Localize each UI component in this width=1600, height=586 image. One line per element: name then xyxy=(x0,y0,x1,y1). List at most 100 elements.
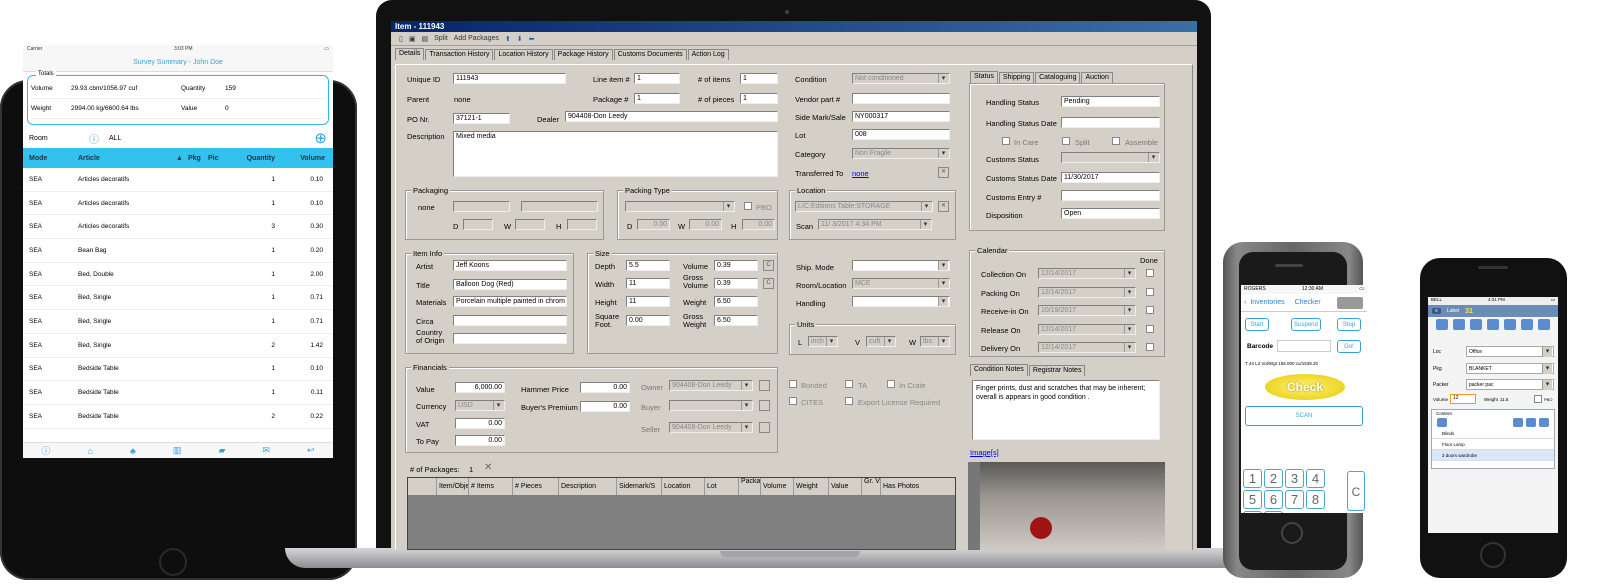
menu-button[interactable]: ≡ xyxy=(1432,308,1441,314)
tab-transaction-history[interactable]: Transaction History xyxy=(425,49,494,60)
units-w-select[interactable]: lbs xyxy=(920,336,950,347)
pkg-d-field[interactable] xyxy=(463,219,493,230)
volume-calc-button[interactable]: C xyxy=(763,260,774,271)
bonded-checkbox[interactable] xyxy=(789,380,797,388)
key-9[interactable]: 9 xyxy=(1243,511,1262,513)
artist-field[interactable]: Jeff Koons xyxy=(453,260,567,271)
tab-condition-notes[interactable]: Condition Notes xyxy=(970,364,1028,376)
materials-field[interactable]: Porcelain multiple painted in chrom xyxy=(453,296,567,307)
home-button[interactable] xyxy=(1480,542,1506,568)
tab-cataloguing[interactable]: Cataloguing xyxy=(1035,72,1081,83)
customs-entry-field[interactable] xyxy=(1061,190,1160,201)
sticker-button[interactable] xyxy=(1487,319,1499,330)
content-add-button[interactable] xyxy=(1437,418,1447,427)
box-button[interactable] xyxy=(1436,319,1448,330)
items-field[interactable]: 1 xyxy=(740,73,778,84)
calendar-done-checkbox[interactable] xyxy=(1146,343,1154,351)
package-field[interactable]: 1 xyxy=(634,93,680,104)
ship-mode-select[interactable] xyxy=(852,260,950,271)
pbo-checkbox[interactable] xyxy=(744,202,752,210)
height-field[interactable]: 11 xyxy=(626,296,670,307)
customs-status-select[interactable] xyxy=(1061,152,1160,163)
tab-details[interactable]: Details xyxy=(395,48,425,60)
grid-col-11[interactable]: Gr. V. xyxy=(861,478,880,495)
pieces-field[interactable]: 1 xyxy=(740,93,778,104)
dealer-field[interactable]: 904408-Don Leedy xyxy=(565,111,778,122)
gross-weight-field[interactable]: 6.50 xyxy=(714,315,758,326)
mail-icon[interactable]: ✉ xyxy=(262,445,270,456)
calendar-done-checkbox[interactable] xyxy=(1146,287,1154,296)
content-item[interactable]: Floor Lamp xyxy=(1432,439,1554,450)
calendar-date-1[interactable]: 12/14/2017 xyxy=(1038,286,1136,298)
clear-key[interactable]: C xyxy=(1347,471,1365,511)
in-care-checkbox[interactable] xyxy=(1002,137,1010,145)
arrow-up-icon[interactable]: ⬆ xyxy=(505,35,511,43)
key-7[interactable]: 7 xyxy=(1285,490,1304,509)
grid-col-7[interactable]: Package xyxy=(738,478,760,495)
grid-col-5[interactable]: Location xyxy=(661,478,704,495)
key-4[interactable]: 4 xyxy=(1306,469,1325,488)
back-icon[interactable]: ↩ xyxy=(307,445,315,456)
tab-status[interactable]: Status xyxy=(970,71,998,83)
vat-field[interactable]: 0.00 xyxy=(455,418,505,429)
country-field[interactable] xyxy=(453,333,567,344)
description-field[interactable]: Mixed media xyxy=(453,131,778,177)
table-row[interactable]: SEA Bed, Single 2 1.42 xyxy=(23,334,333,358)
start-button[interactable]: Start xyxy=(1245,318,1269,331)
owner-button[interactable] xyxy=(759,380,770,391)
back-button[interactable]: Inventories xyxy=(1250,299,1284,306)
pkg-w-field[interactable] xyxy=(515,219,545,230)
add-icon[interactable]: ⊕ xyxy=(314,129,327,147)
content-item[interactable]: Blinds xyxy=(1432,428,1554,439)
pack-h-field[interactable]: 0.00 xyxy=(742,219,775,230)
table-row[interactable]: SEA Articles decoratifs 3 0.30 xyxy=(23,215,333,240)
arrow-left-icon[interactable]: ⬅ xyxy=(529,35,535,43)
seller-select[interactable]: 904408-Don Leedy xyxy=(669,422,753,433)
table-row[interactable]: SEA Bean Bag 1 0.20 xyxy=(23,239,333,263)
sort-icon[interactable]: ▲ xyxy=(176,155,188,162)
info-tab-icon[interactable]: ⓘ xyxy=(42,444,51,457)
content-edit-button[interactable] xyxy=(1513,418,1523,427)
buyer-button[interactable] xyxy=(759,400,770,411)
col-volume[interactable]: Volume xyxy=(275,155,327,162)
list-icon[interactable]: ▥ xyxy=(173,445,182,456)
export-license-checkbox[interactable] xyxy=(845,397,853,405)
group-icon[interactable]: ♣ xyxy=(130,446,136,456)
key-5[interactable]: 5 xyxy=(1243,490,1262,509)
content-move-button[interactable] xyxy=(1539,418,1549,427)
po-field[interactable]: 37121-1 xyxy=(453,113,510,124)
tab-package-history[interactable]: Package History xyxy=(553,49,613,60)
scan-button[interactable]: SCAN xyxy=(1245,406,1363,426)
side-mark-field[interactable]: NY000317 xyxy=(852,111,950,122)
line-item-field[interactable]: 1 xyxy=(634,73,680,84)
cites-checkbox[interactable] xyxy=(789,397,797,405)
content-item[interactable]: 3 doors wardrobe xyxy=(1432,450,1554,461)
table-row[interactable]: SEA Bedside Table 2 0.22 xyxy=(23,405,333,429)
table-row[interactable]: SEA Bedside Table 1 0.11 xyxy=(23,381,333,405)
image-button[interactable] xyxy=(1504,319,1516,330)
condition-notes-field[interactable]: Finger prints, dust and scratches that m… xyxy=(972,380,1160,440)
tab-registrar-notes[interactable]: Registrar Notes xyxy=(1028,365,1086,376)
truck-icon[interactable]: ▰ xyxy=(218,445,225,456)
weight-field[interactable]: 6.50 xyxy=(714,296,758,307)
loc-select[interactable]: Office xyxy=(1466,346,1554,357)
packer-select[interactable]: packer pac xyxy=(1466,379,1554,390)
grid-col-2[interactable]: # Pieces xyxy=(512,478,558,495)
grid-col-4[interactable]: Sidemark/S xyxy=(616,478,661,495)
key-6[interactable]: 6 xyxy=(1264,490,1283,509)
add-packages-button[interactable]: Add Packages xyxy=(454,35,499,42)
home-icon[interactable]: ⌂ xyxy=(88,446,93,456)
arrow-down-icon[interactable]: ⬇ xyxy=(517,35,523,43)
unique-id-field[interactable]: 111943 xyxy=(453,73,566,84)
calendar-date-2[interactable]: 10/19/2017 xyxy=(1038,305,1136,316)
tab-action-log[interactable]: Action Log xyxy=(687,49,729,60)
condition-select[interactable]: Not conditioned xyxy=(852,73,950,84)
packaging-field-1[interactable] xyxy=(453,201,510,212)
category-select[interactable]: Non Fragile xyxy=(852,148,950,159)
width-field[interactable]: 11 xyxy=(626,278,670,289)
col-pkg[interactable]: Pkg xyxy=(188,155,208,162)
calendar-done-checkbox[interactable] xyxy=(1146,269,1154,277)
packing-type-select[interactable] xyxy=(625,201,735,212)
owner-select[interactable]: 904408-Don Leedy xyxy=(669,380,753,391)
suspend-button[interactable]: Suspend xyxy=(1291,318,1321,331)
